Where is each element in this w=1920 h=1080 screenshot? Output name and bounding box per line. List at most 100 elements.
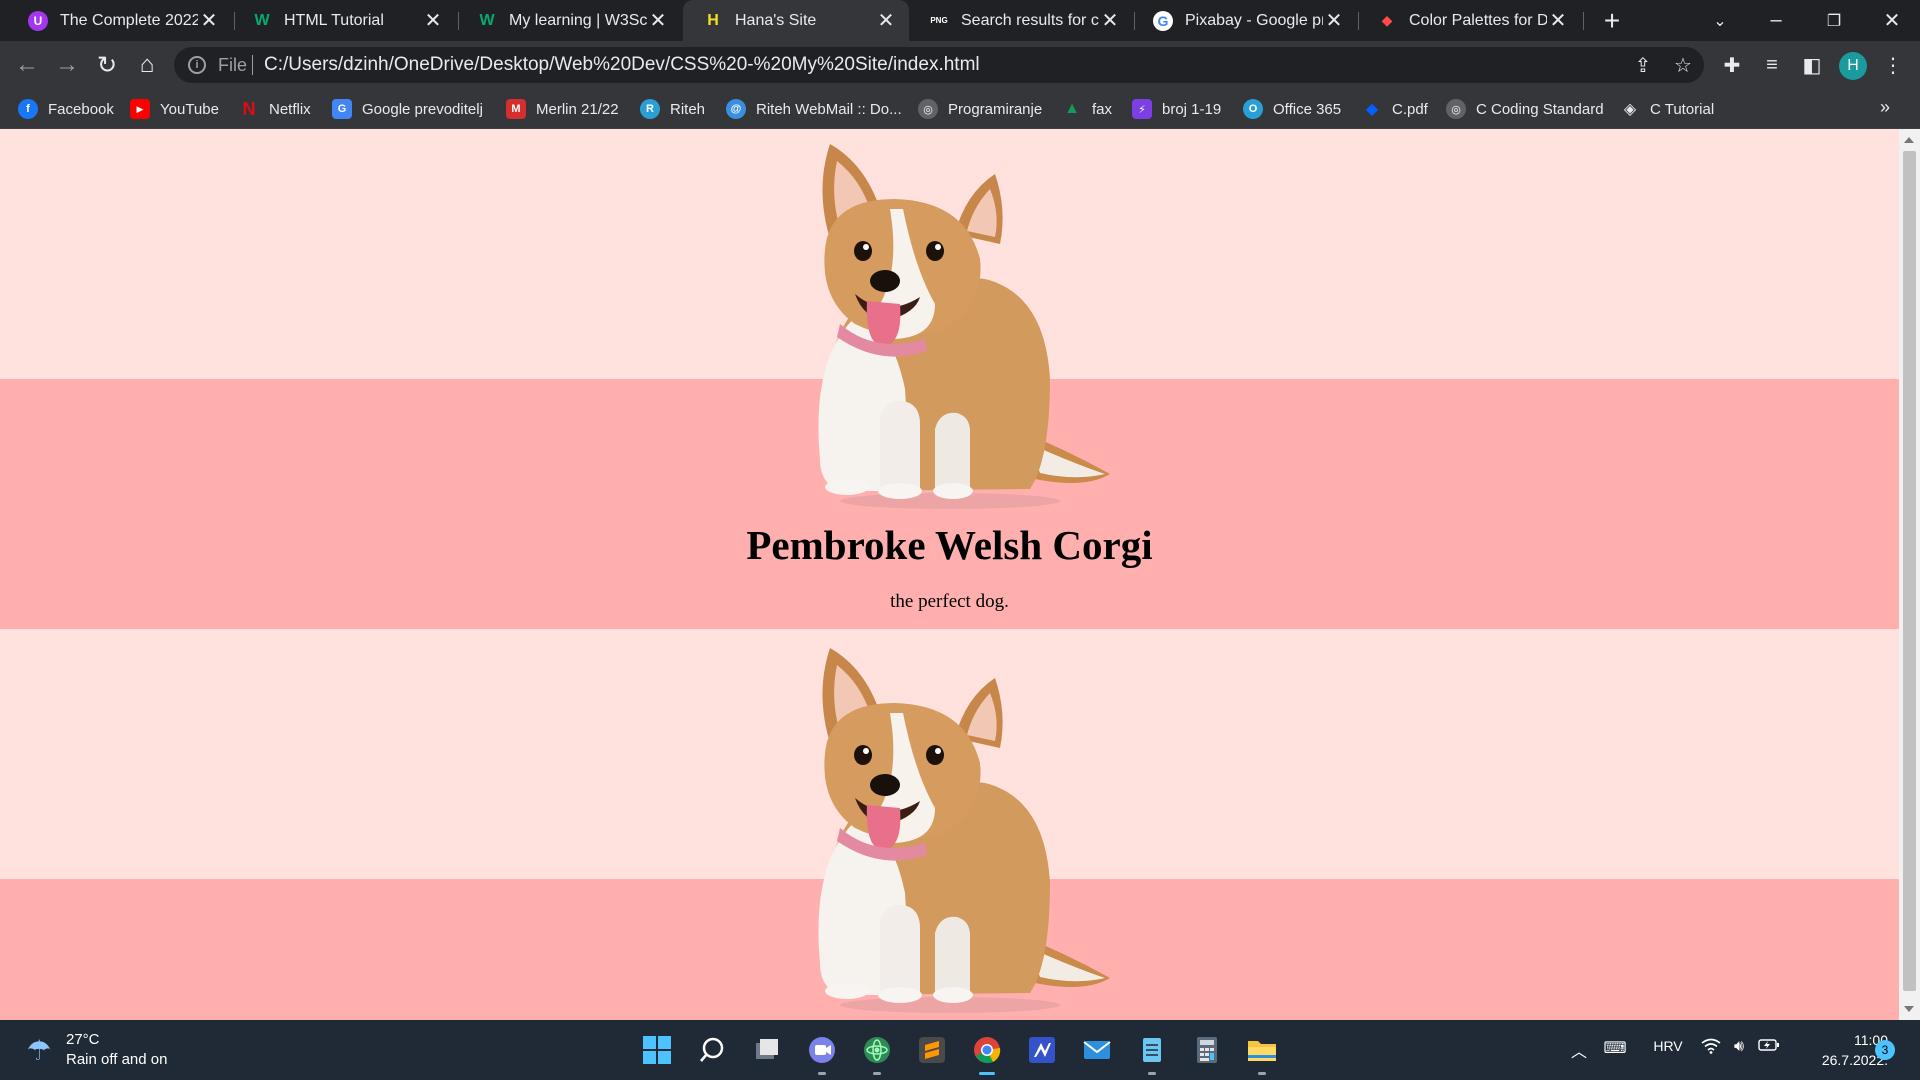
palette-icon: ◆	[1381, 12, 1393, 28]
scheme-label: File	[218, 55, 248, 75]
bookmark-c-tutorial[interactable]: ◈ C Tutorial	[1620, 97, 1714, 121]
mail-icon[interactable]	[1079, 1032, 1115, 1068]
vertical-scrollbar[interactable]	[1899, 129, 1920, 1020]
close-tab-icon[interactable]: ✕	[422, 10, 444, 32]
bookmark-label: broj 1-19	[1162, 100, 1222, 118]
scroll-down-icon[interactable]	[1904, 1006, 1914, 1012]
system-clock[interactable]: 11:00 26.7.2022.	[1788, 1030, 1888, 1070]
teams-chat-icon[interactable]	[804, 1032, 840, 1075]
minimize-button[interactable]: –	[1748, 0, 1804, 41]
tab-title: The Complete 2022 W	[60, 11, 198, 29]
dropbox-icon: ◆	[1365, 101, 1379, 118]
bookmark-facebook[interactable]: f Facebook	[18, 97, 114, 121]
bookmark-label: Google prevoditelj	[362, 100, 483, 118]
atom-icon[interactable]	[859, 1032, 895, 1075]
media-controls-icon[interactable]: ≡	[1756, 49, 1788, 81]
file-explorer-icon[interactable]	[1244, 1032, 1280, 1075]
tab-separator	[1583, 12, 1584, 30]
close-tab-icon[interactable]: ✕	[1547, 10, 1569, 32]
tab-title: Hana's Site	[735, 11, 817, 29]
menu-icon[interactable]: ⋮	[1877, 49, 1909, 81]
home-button[interactable]: ⌂	[131, 49, 163, 81]
bookmark-label: C Tutorial	[1650, 100, 1715, 118]
tab-title: HTML Tutorial	[284, 11, 384, 29]
tab-hanas-site[interactable]: H Hana's Site ✕	[683, 0, 909, 41]
share-icon[interactable]: ⇪	[1632, 54, 1654, 77]
forward-button[interactable]: →	[51, 49, 83, 81]
bookmark-office-365[interactable]: O Office 365	[1243, 97, 1341, 121]
url-text[interactable]: C:/Users/dzinh/OneDrive/Desktop/Web%20De…	[264, 54, 980, 76]
more-bookmarks-icon[interactable]: »	[1880, 97, 1890, 118]
close-tab-icon[interactable]: ✕	[1323, 10, 1345, 32]
running-indicator	[1258, 1072, 1266, 1075]
battery-charging-icon[interactable]	[1758, 1038, 1780, 1052]
w3schools-icon: W	[479, 11, 495, 29]
bookmark-youtube[interactable]: ▶ YouTube	[130, 97, 219, 121]
running-indicator	[1148, 1072, 1156, 1075]
scrollbar-thumb[interactable]	[1903, 151, 1916, 991]
tab-color-palettes[interactable]: ◆ Color Palettes for Des ✕	[1357, 0, 1581, 41]
notification-badge[interactable]: 3	[1875, 1040, 1895, 1060]
profile-avatar[interactable]: H	[1839, 52, 1867, 80]
chrome-icon[interactable]	[969, 1032, 1005, 1075]
sublime-text-icon[interactable]	[914, 1032, 950, 1068]
tab-udemy[interactable]: U The Complete 2022 W ✕	[8, 0, 232, 41]
search-icon[interactable]	[694, 1032, 730, 1068]
close-window-button[interactable]: ✕	[1864, 0, 1920, 41]
divider	[252, 55, 253, 75]
wifi-icon[interactable]	[1700, 1038, 1722, 1054]
keyboard-icon[interactable]: ⌨	[1602, 1038, 1628, 1058]
globe-icon: ◎	[1446, 99, 1466, 119]
visual-studio-icon[interactable]	[1024, 1032, 1060, 1068]
tab-pixabay[interactable]: G Pixabay - Google pret ✕	[1133, 0, 1357, 41]
bookmark-label: fax	[1092, 100, 1113, 118]
bookmark-google-prevoditelj[interactable]: G Google prevoditelj	[332, 97, 483, 121]
tab-my-learning[interactable]: W My learning | W3Scho ✕	[457, 0, 681, 41]
bookmark-riteh[interactable]: R Riteh	[640, 97, 705, 121]
clock-date: 26.7.2022.	[1821, 1052, 1888, 1068]
bookmark-netflix[interactable]: N Netflix	[239, 97, 311, 121]
language-indicator[interactable]: HRV	[1648, 1038, 1688, 1054]
show-hidden-icons-icon[interactable]: ︿	[1568, 1038, 1590, 1062]
bookmark-star-icon[interactable]: ☆	[1672, 54, 1694, 77]
udemy-icon: U	[28, 10, 48, 31]
bookmark-programiranje[interactable]: ◎ Programiranje	[918, 97, 1042, 121]
bookmarks-bar: f Facebook ▶ YouTube N Netflix G Google …	[0, 89, 1920, 129]
bookmark-fax[interactable]: ▲ fax	[1062, 97, 1112, 121]
bookmark-merlin[interactable]: M Merlin 21/22	[506, 97, 619, 121]
back-button[interactable]: ←	[11, 49, 43, 81]
tab-html-tutorial[interactable]: W HTML Tutorial ✕	[232, 0, 456, 41]
close-tab-icon[interactable]: ✕	[198, 10, 220, 32]
bookmark-c-coding-standard[interactable]: ◎ C Coding Standard	[1446, 97, 1604, 121]
merlin-icon: M	[506, 99, 526, 119]
restore-button[interactable]: ❐	[1806, 0, 1862, 41]
browser-toolbar: ← → ↻ ⌂ i File C:/Users/dzinh/OneDrive/D…	[0, 41, 1920, 89]
weather-widget[interactable]: ☂ 27°C Rain off and on	[22, 1030, 167, 1070]
side-panel-icon[interactable]: ◧	[1796, 49, 1828, 81]
task-view-icon[interactable]	[749, 1032, 785, 1068]
address-bar[interactable]: i File C:/Users/dzinh/OneDrive/Desktop/W…	[174, 47, 1704, 83]
bookmark-label: Netflix	[269, 100, 311, 118]
windows-taskbar: ☂ 27°C Rain off and on ︿ ⌨ HRV 🔊︎ 11:00 …	[0, 1020, 1920, 1080]
volume-icon[interactable]: 🔊︎	[1728, 1038, 1750, 1056]
clock-time: 11:00	[1854, 1032, 1888, 1048]
scroll-up-icon[interactable]	[1904, 137, 1914, 143]
extensions-icon[interactable]: ✚	[1716, 49, 1748, 81]
close-tab-icon[interactable]: ✕	[647, 10, 669, 32]
notepad-icon[interactable]	[1134, 1032, 1170, 1075]
tab-search-button[interactable]: ⌄	[1692, 0, 1748, 41]
windows-start-icon[interactable]	[639, 1032, 675, 1068]
close-tab-icon[interactable]: ✕	[875, 10, 897, 32]
new-tab-button[interactable]: +	[1597, 5, 1627, 36]
bookmark-c-pdf[interactable]: ◆ C.pdf	[1362, 97, 1428, 121]
page-viewport: Pembroke Welsh Corgi the perfect dog.	[0, 129, 1899, 1020]
close-tab-icon[interactable]: ✕	[1099, 10, 1121, 32]
bookmark-broj-1-19[interactable]: ⚡ broj 1-19	[1132, 97, 1221, 121]
calculator-icon[interactable]	[1189, 1032, 1225, 1068]
site-info-icon[interactable]: i	[188, 56, 206, 74]
page-tagline: the perfect dog.	[890, 591, 1009, 612]
bookmark-riteh-webmail[interactable]: @ Riteh WebMail :: Do...	[726, 97, 902, 121]
tab-title: Pixabay - Google pret	[1185, 11, 1323, 29]
reload-button[interactable]: ↻	[91, 49, 123, 81]
tab-search-results[interactable]: PNG Search results for corg ✕	[909, 0, 1133, 41]
